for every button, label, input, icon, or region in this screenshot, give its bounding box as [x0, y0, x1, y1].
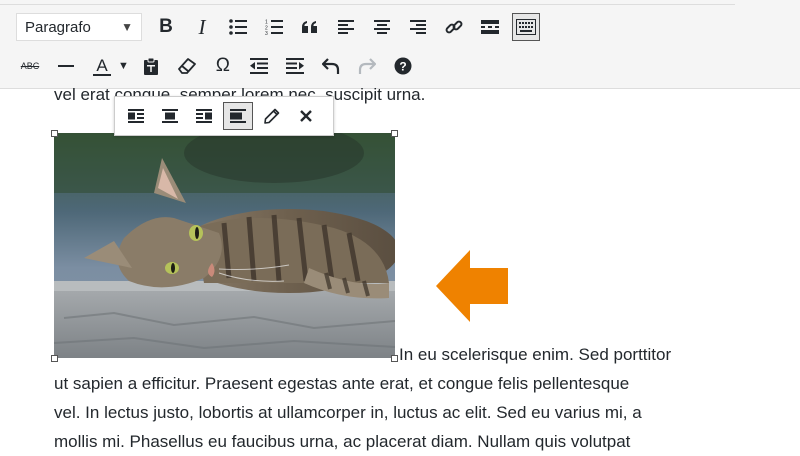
toolbar-toggle-button[interactable]	[512, 13, 540, 41]
toolbar-toggle-icon	[516, 19, 536, 35]
read-more-icon	[481, 20, 499, 34]
help-button[interactable]: ?	[389, 52, 417, 80]
text-color-button[interactable]: A	[88, 52, 116, 80]
text-color-swatch	[93, 73, 111, 76]
numbered-list-button[interactable]: 123	[260, 13, 288, 41]
format-select-value: Paragrafo	[25, 18, 91, 36]
paragraph-line-4: mollis mi. Phasellus eu faucibus urna, a…	[54, 432, 631, 451]
align-center-icon	[374, 20, 390, 34]
editor-toolbar: Paragrafo ▼ B I 123 ABC A ▼ Ω ?	[0, 0, 800, 89]
svg-text:3: 3	[265, 31, 268, 35]
format-select[interactable]: Paragrafo ▼	[16, 13, 142, 41]
align-right-icon	[410, 20, 426, 34]
horizontal-line-icon	[58, 65, 74, 67]
paragraph-line-1: In eu scelerisque enim. Sed porttitor	[399, 345, 672, 364]
horizontal-line-button[interactable]	[52, 52, 80, 80]
bold-button[interactable]: B	[152, 13, 180, 41]
special-character-icon: Ω	[215, 55, 230, 76]
image-remove-button[interactable]	[291, 102, 321, 130]
insert-link-button[interactable]	[440, 13, 468, 41]
bullet-list-button[interactable]	[224, 13, 252, 41]
arrow-icon	[436, 250, 508, 322]
image-align-right-button[interactable]	[189, 102, 219, 130]
strikethrough-icon: ABC	[20, 61, 40, 71]
image-align-left-button[interactable]	[121, 102, 151, 130]
help-icon: ?	[394, 57, 412, 75]
indent-icon	[285, 58, 304, 74]
paste-as-text-button[interactable]	[137, 52, 165, 80]
redo-button[interactable]	[353, 52, 381, 80]
cat-photo	[53, 123, 399, 358]
resize-handle-top-right[interactable]	[391, 130, 398, 137]
outdent-button[interactable]	[245, 52, 273, 80]
image-no-alignment-button[interactable]	[223, 102, 253, 130]
italic-icon: I	[198, 14, 206, 39]
resize-handle-bottom-left[interactable]	[51, 355, 58, 362]
read-more-button[interactable]	[476, 13, 504, 41]
bold-icon: B	[159, 16, 173, 37]
outdent-icon	[249, 58, 268, 74]
italic-button[interactable]: I	[188, 13, 216, 41]
remove-icon	[300, 110, 312, 122]
align-left-icon	[128, 109, 144, 123]
paste-as-text-icon	[143, 57, 158, 75]
resize-handle-bottom-right[interactable]	[391, 355, 398, 362]
svg-text:?: ?	[399, 60, 406, 74]
blockquote-button[interactable]	[296, 13, 324, 41]
undo-button[interactable]	[317, 52, 345, 80]
blockquote-icon	[302, 21, 317, 33]
image-edit-button[interactable]	[257, 102, 287, 130]
chevron-down-icon[interactable]: ▼	[118, 60, 129, 72]
align-left-button[interactable]	[332, 13, 360, 41]
clear-formatting-button[interactable]	[173, 52, 201, 80]
text-color-icon: A	[96, 55, 108, 75]
undo-icon	[321, 58, 339, 74]
cat-image[interactable]	[53, 123, 399, 358]
no-alignment-icon	[230, 109, 246, 123]
align-right-icon	[196, 109, 212, 123]
indent-button[interactable]	[281, 52, 309, 80]
paragraph-line-3: vel. In lectus justo, lobortis at ullamc…	[54, 403, 642, 422]
edit-icon	[264, 108, 280, 124]
align-center-button[interactable]	[368, 13, 396, 41]
resize-handle-top-left[interactable]	[51, 130, 58, 137]
toolbar-row-1: Paragrafo ▼ B I 123	[10, 7, 544, 47]
image-align-center-button[interactable]	[155, 102, 185, 130]
bullet-list-icon	[229, 19, 247, 35]
special-character-button[interactable]: Ω	[209, 52, 237, 80]
align-left-icon	[338, 20, 354, 34]
chevron-down-icon: ▼	[121, 20, 133, 34]
align-center-icon	[162, 109, 178, 123]
numbered-list-icon: 123	[265, 20, 283, 35]
image-inline-toolbar	[114, 96, 334, 136]
strikethrough-button[interactable]: ABC	[16, 52, 44, 80]
redo-icon	[358, 58, 376, 74]
align-right-button[interactable]	[404, 13, 432, 41]
toolbar-top-border	[0, 0, 735, 5]
paragraph-line-2: ut sapien a efficitur. Praesent egestas …	[54, 374, 630, 393]
link-icon	[445, 20, 463, 34]
clear-formatting-icon	[177, 58, 196, 74]
